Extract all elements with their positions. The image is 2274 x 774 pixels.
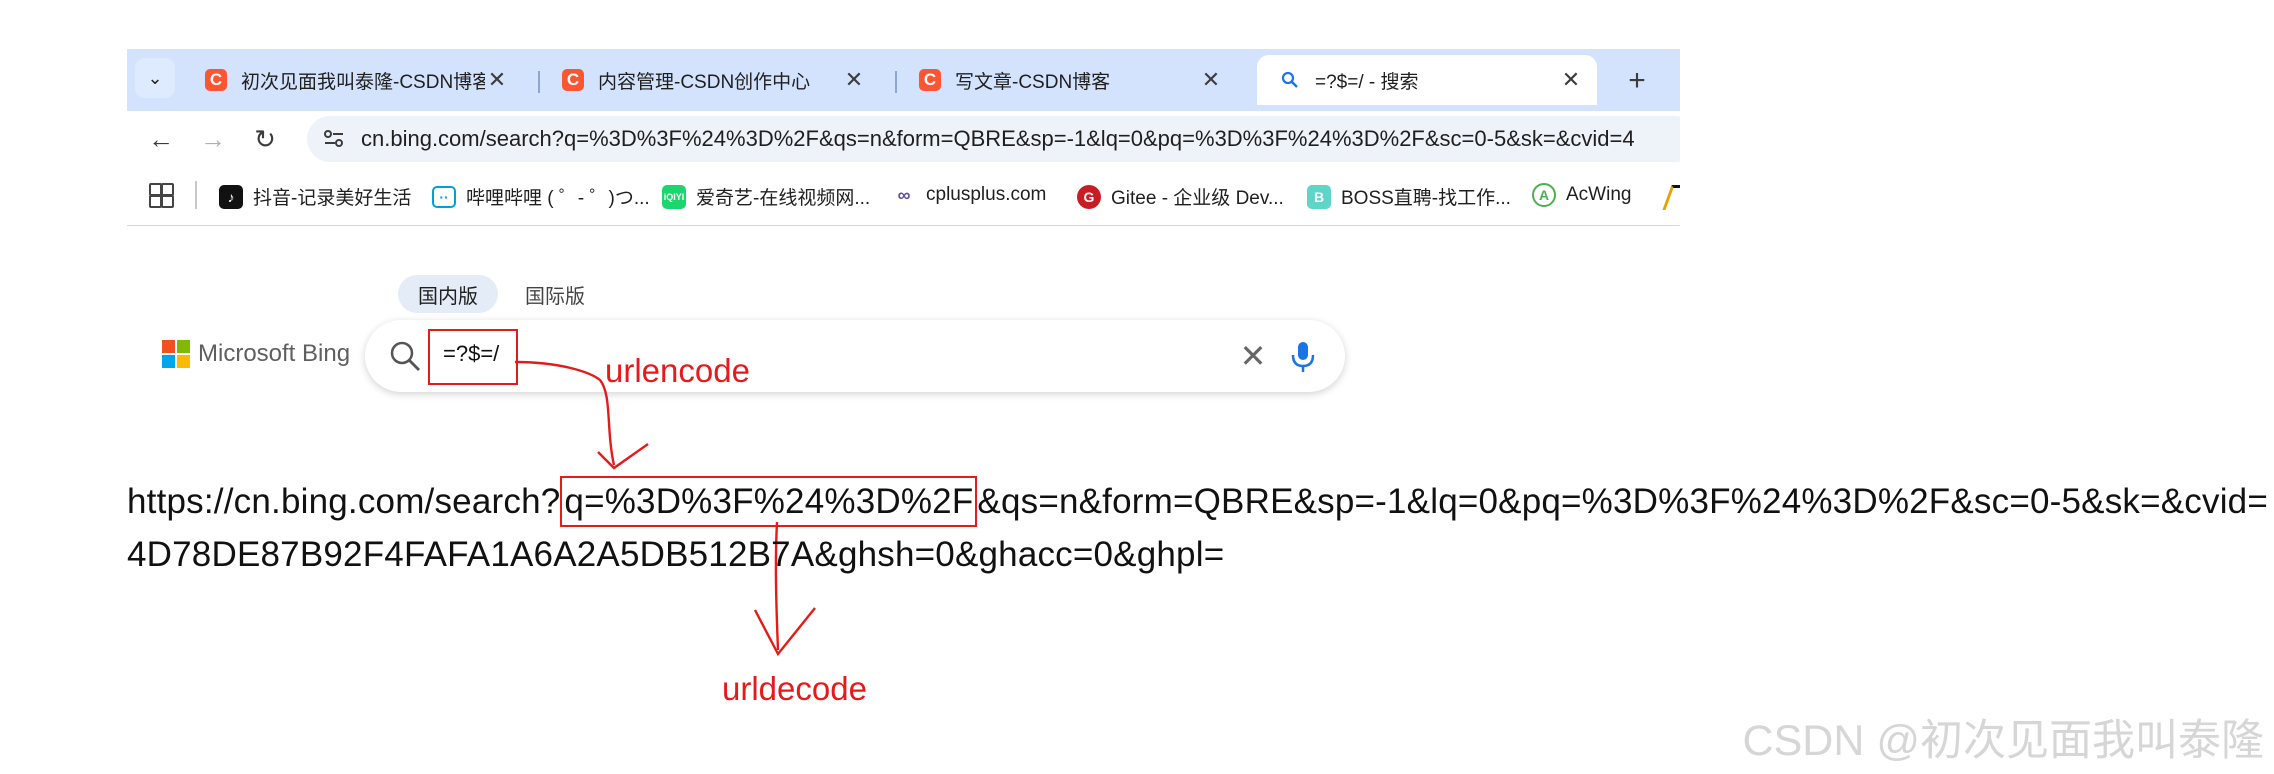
urldecode-label: urldecode	[722, 670, 867, 707]
annotation-arrows	[514, 360, 816, 657]
watermark: CSDN @初次见面我叫泰隆	[1742, 717, 2264, 765]
urlencode-label: urlencode	[605, 352, 750, 389]
url-prefix: https://cn.bing.com/search?	[127, 482, 561, 521]
url-query-param-highlight: q=%3D%3F%24%3D%2F	[560, 476, 978, 527]
url-line-1: https://cn.bing.com/search? q=%3D%3F%24%3…	[127, 476, 2268, 527]
url-rest: &qs=n&form=QBRE&sp=-1&lq=0&pq=%3D%3F%24%…	[977, 482, 2268, 521]
url-line-2: 4D78DE87B92F4FAFA1A6A2A5DB512B7A&ghsh=0&…	[127, 535, 1225, 574]
